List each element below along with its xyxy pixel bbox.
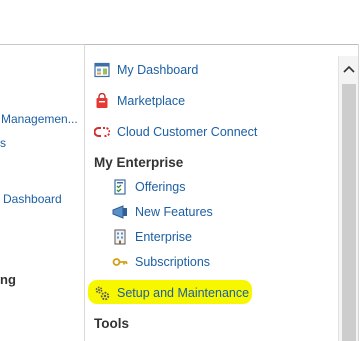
nav-item-label: Cloud Customer Connect — [117, 125, 258, 139]
nav-item-label: Offerings — [135, 180, 186, 194]
key-icon — [112, 254, 128, 270]
nav-item-offerings[interactable]: Offerings — [112, 177, 186, 197]
nav-item-marketplace[interactable]: Marketplace — [94, 91, 185, 111]
background-link-management[interactable]: Managemen... — [1, 112, 78, 126]
connect-link-icon — [94, 124, 110, 140]
nav-item-label: Marketplace — [117, 94, 186, 108]
background-link-dashboard[interactable]: Dashboard — [3, 192, 62, 206]
section-heading-tools: Tools — [94, 316, 129, 331]
new-features-icon — [112, 204, 128, 220]
nav-item-label: Subscriptions — [135, 255, 211, 269]
nav-item-label: New Features — [135, 205, 213, 219]
enterprise-icon — [112, 229, 128, 245]
nav-item-enterprise[interactable]: Enterprise — [112, 227, 192, 247]
divider — [0, 44, 90, 45]
screen: Managemen... s Dashboard ng My Dashboard — [0, 0, 364, 341]
background-link-partial[interactable]: s — [0, 136, 6, 150]
offerings-icon — [112, 179, 128, 195]
dashboard-icon — [94, 62, 110, 78]
panel-right-edge — [358, 44, 364, 341]
nav-item-label: Setup and Maintenance — [117, 286, 250, 300]
nav-item-new-features[interactable]: New Features — [112, 202, 213, 222]
scroll-up-button[interactable] — [339, 56, 359, 82]
scroll-thumb[interactable] — [342, 84, 356, 341]
nav-item-cloud-customer-connect[interactable]: Cloud Customer Connect — [94, 122, 257, 142]
nav-item-label: Enterprise — [135, 230, 192, 244]
nav-item-subscriptions[interactable]: Subscriptions — [112, 252, 210, 272]
nav-item-label: My Dashboard — [117, 63, 199, 77]
section-heading-my-enterprise: My Enterprise — [94, 155, 184, 170]
chevron-up-icon — [343, 60, 355, 78]
gears-icon — [94, 285, 110, 301]
nav-item-setup-and-maintenance[interactable]: Setup and Maintenance — [94, 283, 249, 303]
background-panel: Managemen... s Dashboard ng — [0, 0, 90, 341]
marketplace-bag-icon — [94, 93, 110, 109]
nav-item-my-dashboard[interactable]: My Dashboard — [94, 60, 198, 80]
scrollbar[interactable] — [338, 56, 359, 341]
background-heading-partial: ng — [0, 272, 16, 287]
